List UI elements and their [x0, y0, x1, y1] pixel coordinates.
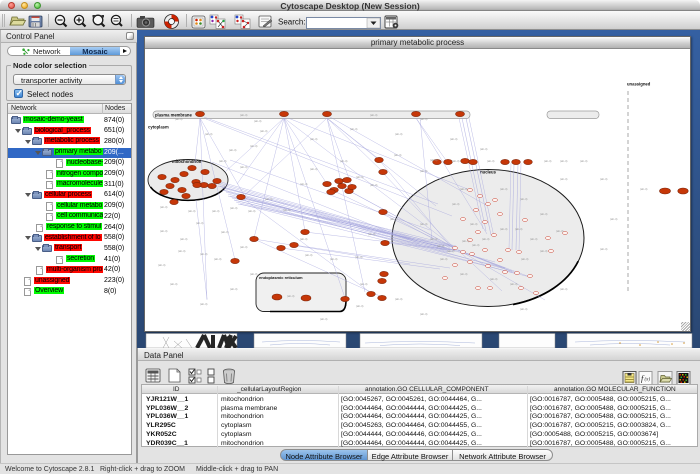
svg-text:(x): (x): [645, 378, 651, 383]
svg-text:(ab-4): (ab-4): [230, 287, 238, 291]
svg-text:(ab-4): (ab-4): [287, 294, 295, 298]
svg-text:(ab-4): (ab-4): [340, 159, 348, 163]
svg-text:(ab-4): (ab-4): [370, 113, 378, 117]
svg-text:(ab-4): (ab-4): [460, 187, 468, 191]
svg-text:(ab-4): (ab-4): [248, 209, 256, 213]
svg-text:(ab-4): (ab-4): [390, 217, 398, 221]
svg-text:cytoplasm: cytoplasm: [148, 125, 169, 130]
svg-text:(ab-4): (ab-4): [560, 177, 568, 181]
svg-text:(ab-4): (ab-4): [300, 182, 308, 186]
svg-text:(ab-4): (ab-4): [521, 257, 529, 261]
svg-text:(ab-4): (ab-4): [610, 217, 618, 221]
svg-text:(ab-4): (ab-4): [500, 227, 508, 231]
svg-text:(ab-4): (ab-4): [180, 237, 188, 241]
svg-text:(ab-4): (ab-4): [170, 282, 178, 286]
svg-text:(ab-4): (ab-4): [395, 297, 403, 301]
svg-text:(ab-4): (ab-4): [540, 249, 548, 253]
svg-text:(ab-4): (ab-4): [395, 132, 403, 136]
svg-text:(ab-4): (ab-4): [420, 312, 428, 316]
svg-text:(ab-4): (ab-4): [437, 244, 445, 248]
svg-text:nucleus: nucleus: [480, 170, 496, 175]
svg-text:(ab-4): (ab-4): [540, 212, 548, 216]
svg-text:(ab-4): (ab-4): [320, 317, 328, 321]
svg-text:(ab-4): (ab-4): [178, 249, 186, 253]
svg-text:(ab-4): (ab-4): [160, 229, 168, 233]
svg-text:(ab-4): (ab-4): [515, 227, 523, 231]
svg-text:(ab-4): (ab-4): [360, 282, 368, 286]
svg-text:(ab-4): (ab-4): [158, 263, 166, 267]
svg-text:(ab-4): (ab-4): [470, 222, 478, 226]
svg-text:(ab-4): (ab-4): [530, 237, 538, 241]
svg-text:(ab-4): (ab-4): [500, 187, 508, 191]
svg-text:(ab-4): (ab-4): [452, 159, 460, 163]
svg-text:mitochondrion: mitochondrion: [172, 159, 202, 164]
svg-text:(ab-4): (ab-4): [240, 113, 248, 117]
svg-text:(ab-4): (ab-4): [560, 159, 568, 163]
svg-text:(ab-4): (ab-4): [230, 206, 238, 210]
svg-text:(ab-4): (ab-4): [330, 257, 338, 261]
svg-text:(ab-4): (ab-4): [447, 249, 455, 253]
svg-text:(ab-4): (ab-4): [482, 237, 490, 241]
svg-text:(ab-4): (ab-4): [260, 129, 268, 133]
svg-text:(ab-4): (ab-4): [560, 287, 568, 291]
svg-text:(ab-4): (ab-4): [175, 117, 183, 121]
svg-text:(ab-4): (ab-4): [420, 117, 428, 121]
svg-text:(ab-4): (ab-4): [394, 153, 402, 157]
svg-text:(ab-4): (ab-4): [300, 237, 308, 241]
svg-text:(ab-4): (ab-4): [450, 137, 458, 141]
svg-text:(ab-4): (ab-4): [212, 209, 220, 213]
svg-text:(ab-4): (ab-4): [200, 252, 208, 256]
svg-text:(ab-4): (ab-4): [229, 148, 237, 152]
svg-text:(ab-4): (ab-4): [254, 119, 262, 123]
svg-text:(ab-4): (ab-4): [420, 222, 428, 226]
svg-text:(ab-4): (ab-4): [283, 208, 291, 212]
svg-text:(ab-4): (ab-4): [600, 177, 608, 181]
svg-text:(ab-4): (ab-4): [240, 245, 248, 249]
svg-text:(ab-4): (ab-4): [160, 205, 168, 209]
svg-text:(ab-4): (ab-4): [356, 175, 364, 179]
svg-text:(ab-4): (ab-4): [356, 304, 364, 308]
svg-text:(ab-4): (ab-4): [487, 159, 495, 163]
svg-text:(ab-4): (ab-4): [600, 247, 608, 251]
svg-text:endoplasmic reticulum: endoplasmic reticulum: [259, 275, 303, 280]
svg-text:(ab-4): (ab-4): [490, 277, 498, 281]
svg-text:(ab-4): (ab-4): [350, 127, 358, 131]
svg-text:(ab-4): (ab-4): [440, 257, 448, 261]
svg-text:(ab-4): (ab-4): [462, 239, 470, 243]
svg-text:(ab-4): (ab-4): [544, 159, 552, 163]
svg-text:(ab-4): (ab-4): [188, 209, 196, 213]
svg-text:(ab-4): (ab-4): [200, 302, 208, 306]
svg-text:(ab-4): (ab-4): [520, 197, 528, 201]
svg-text:(ab-4): (ab-4): [430, 237, 438, 241]
svg-text:(ab-4): (ab-4): [510, 282, 518, 286]
svg-text:(ab-4): (ab-4): [310, 167, 318, 171]
svg-text:(ab-4): (ab-4): [219, 159, 227, 163]
svg-text:(ab-4): (ab-4): [556, 229, 564, 233]
svg-text:(ab-4): (ab-4): [420, 169, 428, 173]
svg-text:(ab-4): (ab-4): [472, 243, 480, 247]
svg-text:(ab-4): (ab-4): [250, 144, 258, 148]
svg-text:(ab-4): (ab-4): [452, 202, 460, 206]
svg-text:(ab-4): (ab-4): [214, 257, 222, 261]
svg-text:unassigned: unassigned: [627, 82, 651, 87]
svg-text:(ab-4): (ab-4): [221, 230, 229, 234]
svg-text:Search:: Search:: [278, 18, 306, 27]
svg-text:(ab-4): (ab-4): [640, 187, 648, 191]
svg-text:(ab-4): (ab-4): [250, 272, 258, 276]
svg-text:(ab-4): (ab-4): [460, 272, 468, 276]
svg-text:(ab-4): (ab-4): [355, 255, 363, 259]
svg-text:(ab-4): (ab-4): [368, 232, 376, 236]
svg-text:(ab-4): (ab-4): [240, 165, 248, 169]
svg-text:(ab-4): (ab-4): [205, 132, 213, 136]
svg-text:plasma membrane: plasma membrane: [155, 113, 192, 118]
svg-text:(ab-4): (ab-4): [305, 253, 313, 257]
svg-text:(ab-4): (ab-4): [370, 183, 378, 187]
svg-text:(ab-4): (ab-4): [520, 307, 528, 311]
svg-text:(ab-4): (ab-4): [430, 158, 438, 162]
svg-text:(ab-4): (ab-4): [196, 221, 204, 225]
svg-text:(ab-4): (ab-4): [265, 197, 273, 201]
svg-text:(ab-4): (ab-4): [310, 137, 318, 141]
svg-text:(ab-4): (ab-4): [580, 159, 588, 163]
svg-text:(ab-4): (ab-4): [480, 147, 488, 151]
